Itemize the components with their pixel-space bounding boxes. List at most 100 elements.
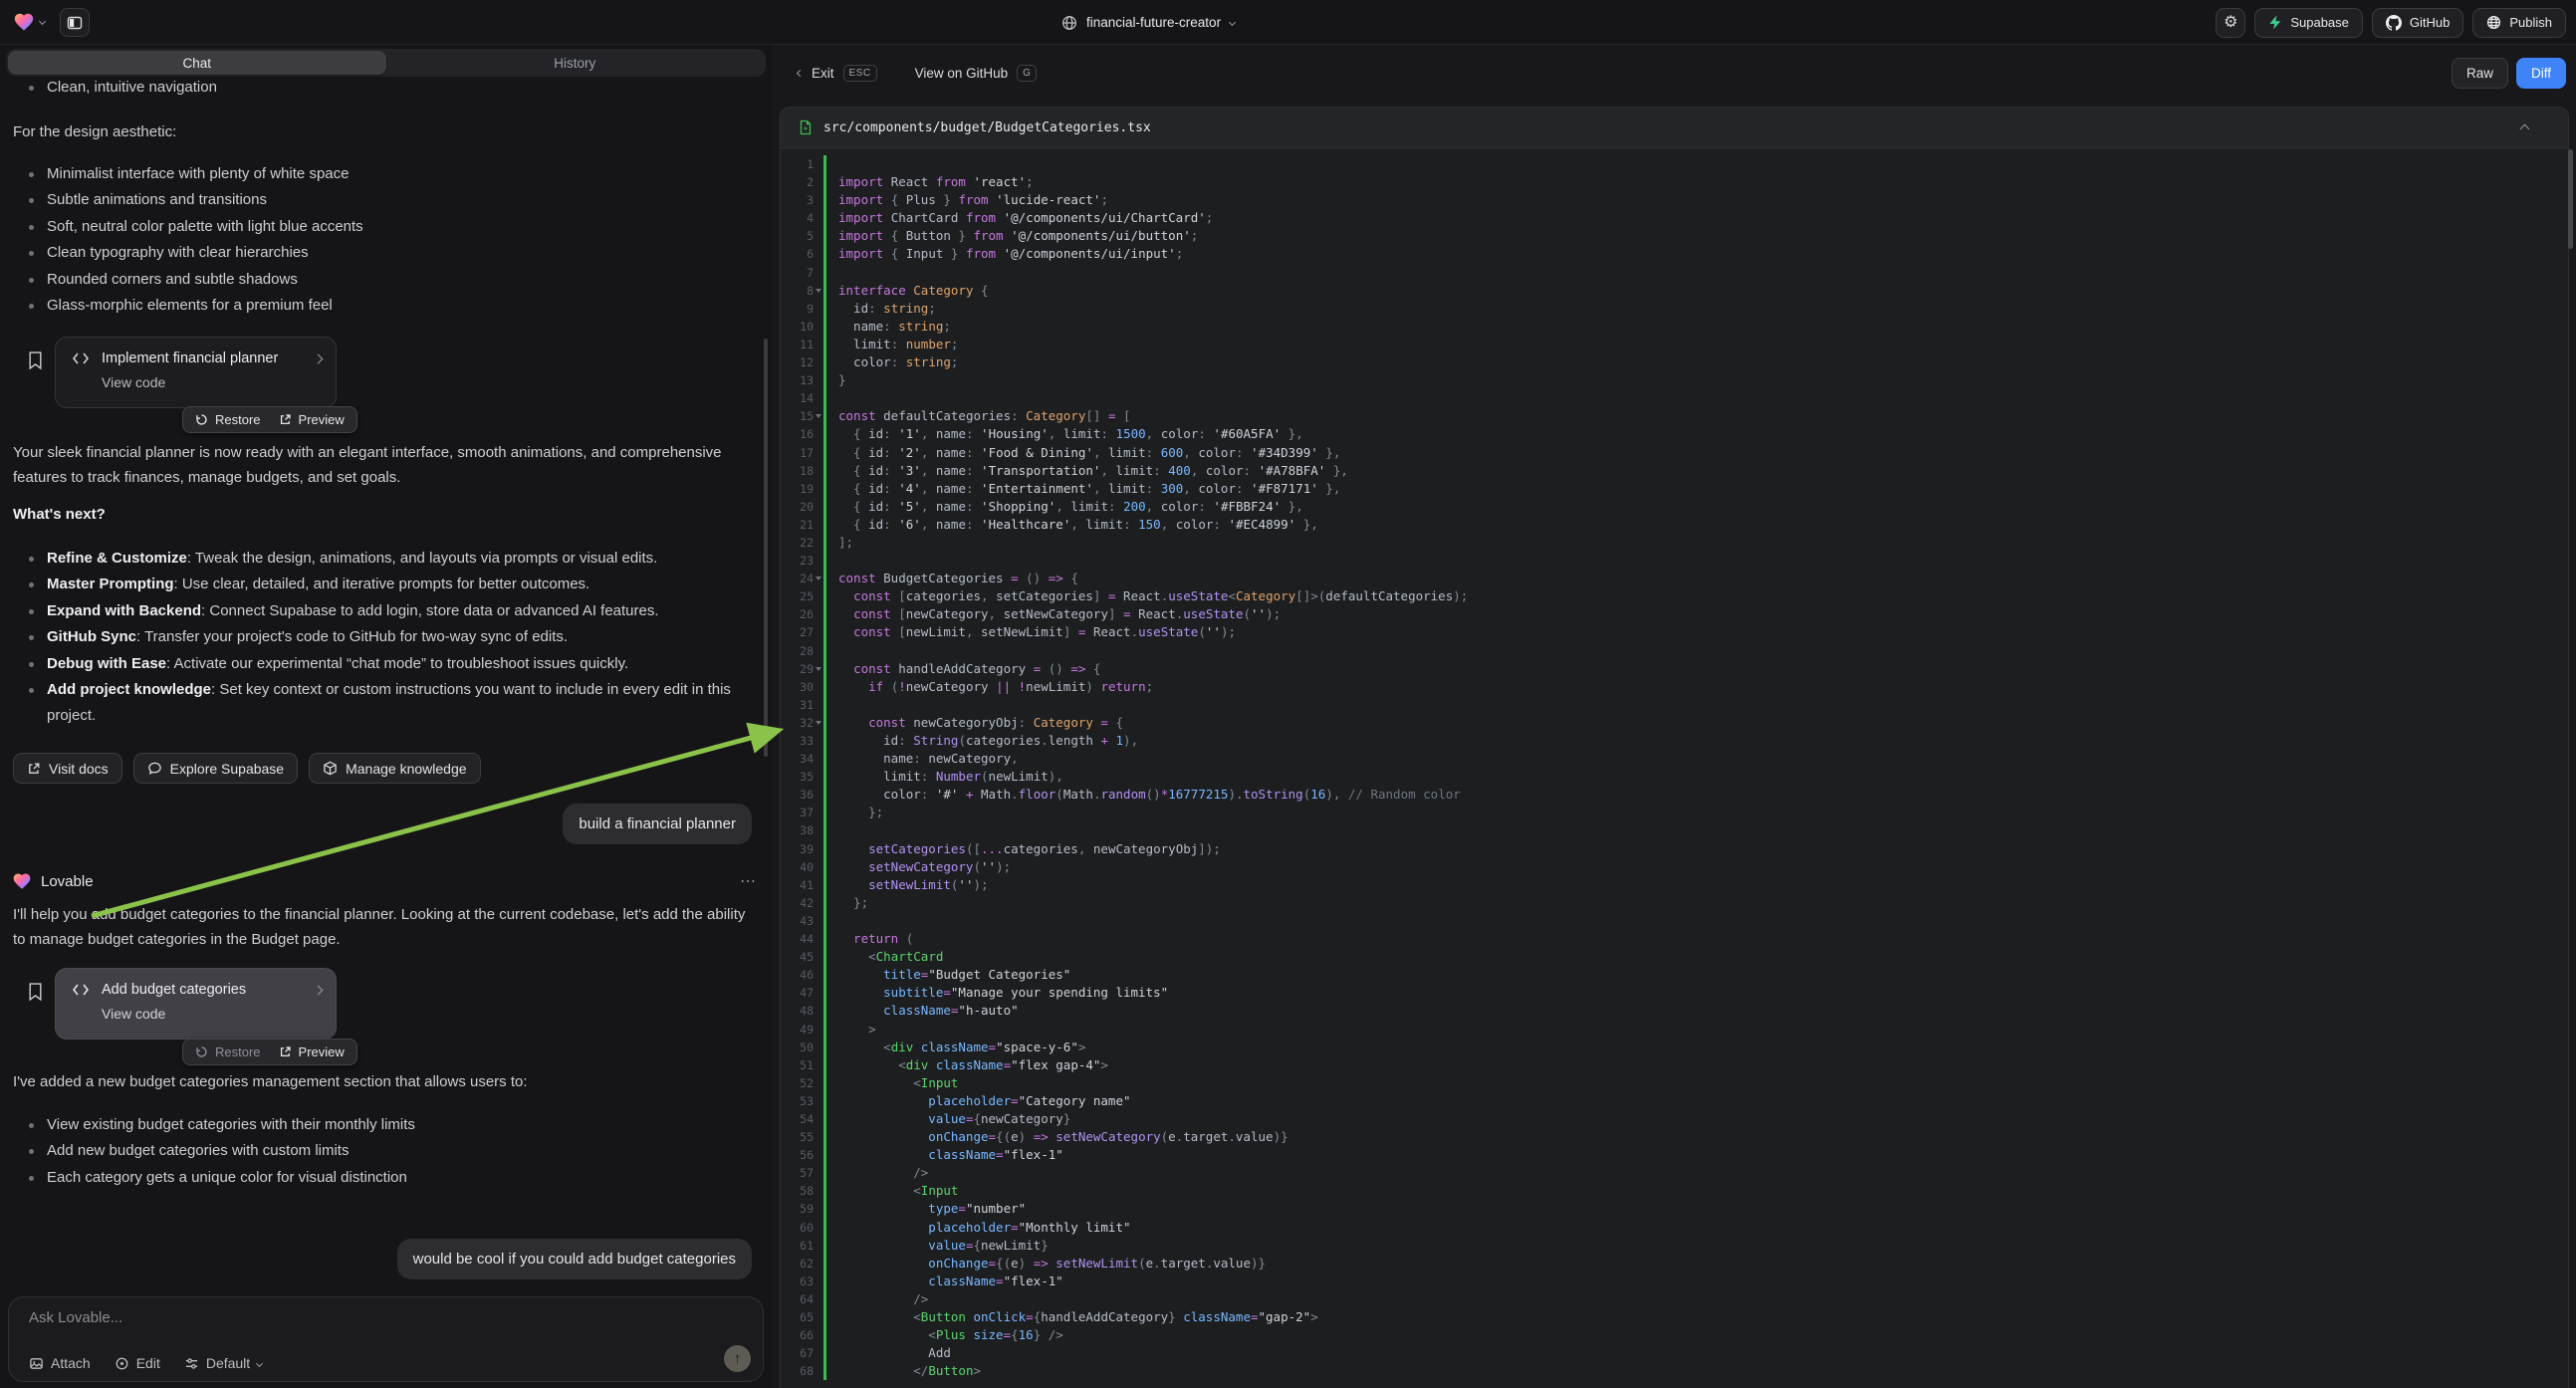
diff-toggle-button[interactable]: Diff: [2516, 58, 2566, 89]
line-number: 22: [781, 534, 814, 552]
settings-button[interactable]: ⚙: [2216, 8, 2245, 38]
line-number: 46: [781, 966, 814, 984]
preview-button[interactable]: Preview: [279, 1044, 345, 1059]
visit-docs-button[interactable]: Visit docs: [13, 753, 122, 784]
line-number: 30: [781, 678, 814, 696]
sidebar-toggle-button[interactable]: [60, 8, 90, 37]
more-options-icon[interactable]: ⋯: [740, 871, 758, 891]
bookmark-icon[interactable]: [27, 982, 44, 1002]
code-line: 47 subtitle="Manage your spending limits…: [781, 984, 2568, 1002]
line-number: 33: [781, 732, 814, 750]
project-selector[interactable]: financial-future-creator: [1061, 0, 1235, 45]
view-code-link[interactable]: View code: [102, 1006, 322, 1022]
logo-menu-chevron-icon[interactable]: [39, 18, 46, 25]
chat-input-box[interactable]: Attach Edit Default ↑: [8, 1296, 764, 1382]
whats-next-heading: What's next?: [13, 506, 106, 523]
code-line: 31: [781, 696, 2568, 714]
fold-slot: [814, 371, 823, 389]
publish-button[interactable]: Publish: [2472, 8, 2566, 38]
input-toolbar: Attach Edit Default: [29, 1355, 262, 1371]
view-on-github-button[interactable]: View on GitHub G: [915, 65, 1038, 82]
fold-chevron-icon[interactable]: [814, 660, 823, 678]
line-number: 21: [781, 516, 814, 534]
code-editor[interactable]: 12import React from 'react';3import { Pl…: [781, 148, 2568, 1388]
line-number: 18: [781, 462, 814, 480]
version-toolbar2: Restore Preview: [182, 1039, 357, 1065]
tab-chat[interactable]: Chat: [8, 51, 386, 75]
fold-chevron-icon[interactable]: [814, 407, 823, 425]
version-card-implement-financial-planner[interactable]: Implement financial planner View code: [55, 337, 337, 408]
tab-history[interactable]: History: [386, 51, 765, 75]
fold-slot: [814, 605, 823, 623]
edit-button[interactable]: Edit: [115, 1355, 160, 1371]
line-number: 16: [781, 425, 814, 443]
fold-chevron-icon[interactable]: [814, 714, 823, 732]
fold-slot: [814, 516, 823, 534]
code-line: 18 { id: '3', name: 'Transportation', li…: [781, 462, 2568, 480]
code-line: 21 { id: '6', name: 'Healthcare', limit:…: [781, 516, 2568, 534]
code-line: 34 name: newCategory,: [781, 750, 2568, 768]
code-line: 23: [781, 552, 2568, 570]
attach-button[interactable]: Attach: [29, 1355, 91, 1371]
line-number: 32: [781, 714, 814, 732]
assistant-intro-text: I'll help you add budget categories to t…: [13, 903, 762, 952]
lovable-logo-icon[interactable]: [13, 11, 35, 33]
line-number: 50: [781, 1039, 814, 1056]
exit-button[interactable]: Exit ESC: [798, 65, 877, 82]
fold-chevron-icon[interactable]: [814, 282, 823, 300]
supabase-button[interactable]: Supabase: [2254, 8, 2363, 38]
fold-slot: [814, 984, 823, 1002]
line-number: 20: [781, 498, 814, 516]
line-number: 34: [781, 750, 814, 768]
code-icon: [70, 983, 92, 997]
mode-selector[interactable]: Default: [184, 1355, 262, 1371]
user-message-bubble: build a financial planner: [563, 804, 752, 844]
fold-chevron-icon[interactable]: [814, 570, 823, 587]
line-number: 35: [781, 768, 814, 786]
bookmark-icon[interactable]: [27, 350, 44, 370]
github-button[interactable]: GitHub: [2372, 8, 2463, 38]
panel-left-icon: [67, 15, 83, 31]
fold-slot: [814, 173, 823, 191]
code-line: 56 className="flex-1": [781, 1146, 2568, 1164]
manage-knowledge-button[interactable]: Manage knowledge: [309, 753, 480, 784]
fold-slot: [814, 534, 823, 552]
code-line: 39 setCategories([...categories, newCate…: [781, 840, 2568, 858]
line-number: 15: [781, 407, 814, 425]
fold-slot: [814, 155, 823, 173]
fold-slot: [814, 209, 823, 227]
code-line: 6import { Input } from '@/components/ui/…: [781, 245, 2568, 263]
code-line: 60 placeholder="Monthly limit": [781, 1219, 2568, 1237]
code-line: 27 const [newLimit, setNewLimit] = React…: [781, 623, 2568, 641]
code-line: 16 { id: '1', name: 'Housing', limit: 15…: [781, 425, 2568, 443]
explore-supabase-button[interactable]: Explore Supabase: [133, 753, 298, 784]
line-number: 67: [781, 1344, 814, 1362]
restore-button[interactable]: Restore: [195, 1044, 261, 1059]
line-number: 11: [781, 336, 814, 353]
line-number: 31: [781, 696, 814, 714]
chat-scrollbar[interactable]: [764, 339, 768, 757]
file-header[interactable]: src/components/budget/BudgetCategories.t…: [781, 108, 2568, 148]
line-number: 49: [781, 1021, 814, 1039]
send-button[interactable]: ↑: [724, 1345, 751, 1372]
collapse-chevron-icon[interactable]: [2520, 124, 2530, 134]
restore-button[interactable]: Restore: [195, 412, 261, 427]
line-number: 24: [781, 570, 814, 587]
line-number: 41: [781, 876, 814, 894]
line-number: 52: [781, 1074, 814, 1092]
ask-lovable-input[interactable]: [29, 1309, 743, 1326]
code-line: 42 };: [781, 894, 2568, 912]
raw-toggle-button[interactable]: Raw: [2452, 58, 2508, 89]
code-line: 45 <ChartCard: [781, 948, 2568, 966]
list-item: Clean typography with clear hierarchies: [0, 240, 758, 266]
code-line: 33 id: String(categories.length + 1),: [781, 732, 2568, 750]
code-scrollbar[interactable]: [2568, 149, 2573, 249]
view-code-link[interactable]: View code: [102, 374, 322, 390]
preview-button[interactable]: Preview: [279, 412, 345, 427]
code-line: 36 color: '#' + Math.floor(Math.random()…: [781, 786, 2568, 804]
fold-slot: [814, 480, 823, 498]
fold-slot: [814, 930, 823, 948]
line-number: 37: [781, 804, 814, 821]
version-card-add-budget-categories[interactable]: Add budget categories View code: [55, 968, 337, 1040]
list-item: Add new budget categories with custom li…: [0, 1138, 758, 1164]
